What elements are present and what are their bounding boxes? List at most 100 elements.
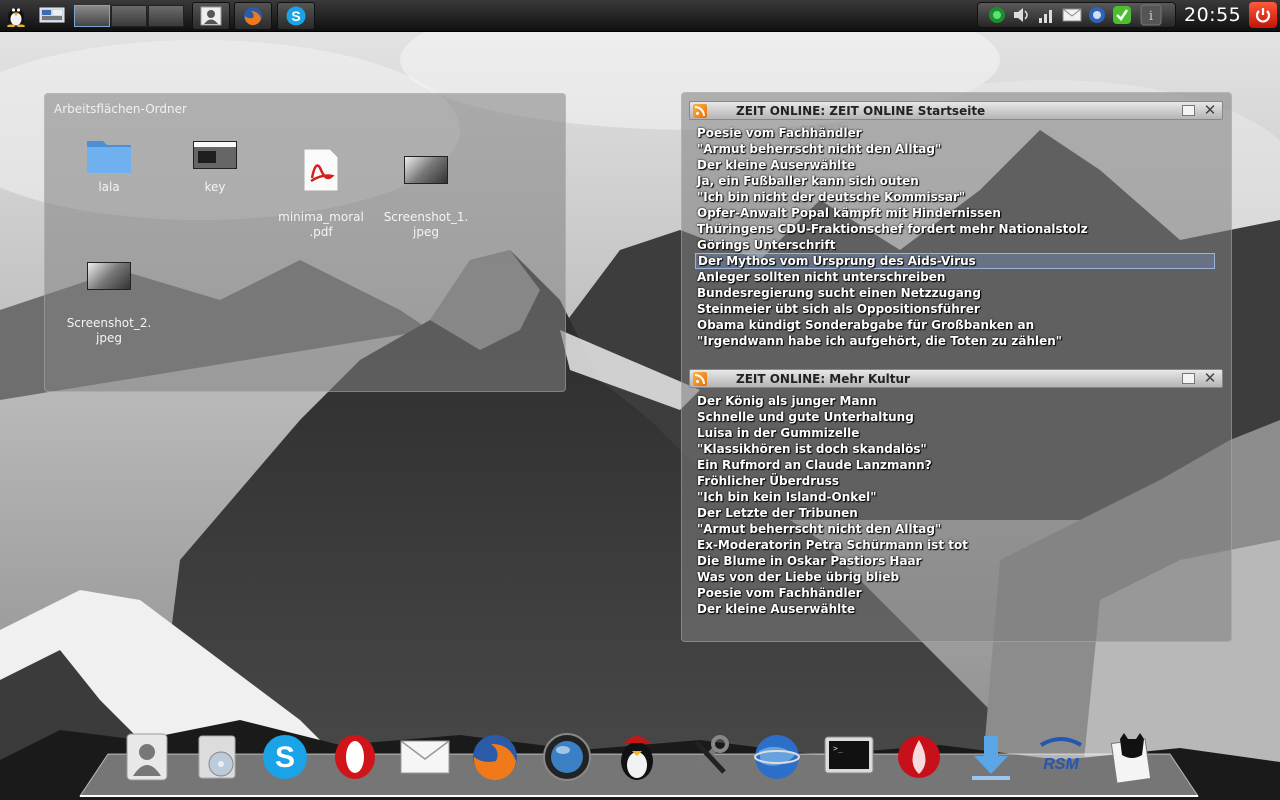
feed-item[interactable]: Fröhlicher Überdruss <box>695 473 1215 489</box>
folder-icon <box>85 134 133 176</box>
firefox-icon[interactable] <box>468 730 522 784</box>
opera-icon[interactable] <box>328 730 382 784</box>
feed-item[interactable]: Der Mythos vom Ursprung des Aids-Virus <box>695 253 1215 269</box>
disk-burner-icon[interactable] <box>190 730 244 784</box>
close-icon[interactable]: ✕ <box>1202 370 1218 387</box>
firefox-icon <box>244 7 262 26</box>
svg-text:S: S <box>275 741 295 774</box>
info-icon[interactable]: i <box>1140 4 1162 26</box>
cat-notes-icon[interactable] <box>1104 730 1158 784</box>
desktop-icon-lala[interactable]: lala <box>64 134 154 195</box>
feed-item[interactable]: Poesie vom Fachhändler <box>695 125 1215 141</box>
feed-item[interactable]: "Klassikhören ist doch skandalös" <box>695 441 1215 457</box>
desktop-icon-key[interactable]: key <box>170 134 260 195</box>
clock[interactable]: 20:55 <box>1184 3 1241 27</box>
rsm-icon[interactable]: RSM <box>1034 730 1088 784</box>
folder-widget-title: Arbeitsflächen-Ordner <box>54 102 187 116</box>
flash-icon[interactable] <box>892 730 946 784</box>
skype-icon[interactable]: S <box>258 730 312 784</box>
feed-header-startseite[interactable]: ZEIT ONLINE: ZEIT ONLINE Startseite ✕ <box>689 101 1223 120</box>
mail-icon[interactable] <box>1182 105 1195 116</box>
network-icon[interactable] <box>986 5 1008 25</box>
workspace-3[interactable] <box>148 5 184 27</box>
tux-icon[interactable] <box>3 2 29 28</box>
svg-text:>_: >_ <box>833 744 843 753</box>
feed-item[interactable]: Ja, ein Fußballer kann sich outen <box>695 173 1215 189</box>
screenshot-thumbnail-icon <box>191 134 239 176</box>
feed-header-kultur[interactable]: ZEIT ONLINE: Mehr Kultur ✕ <box>689 369 1223 388</box>
terminal-icon[interactable]: >_ <box>822 730 876 784</box>
wifi-icon[interactable] <box>1036 5 1058 25</box>
feed-item[interactable]: Ein Rufmord an Claude Lanzmann? <box>695 457 1215 473</box>
feed-item[interactable]: "Irgendwann habe ich aufgehört, die Tote… <box>695 333 1215 349</box>
system-tray: i <box>977 2 1176 28</box>
close-icon[interactable]: ✕ <box>1202 102 1218 119</box>
desktop-icon-label: Screenshot_1. jpeg <box>383 210 469 239</box>
feed-item[interactable]: Thüringens CDU-Fraktionschef fordert meh… <box>695 221 1215 237</box>
desktop-icon-screenshot-2[interactable]: Screenshot_2. jpeg <box>64 240 154 361</box>
pdf-icon <box>297 148 345 192</box>
feed-title: ZEIT ONLINE: ZEIT ONLINE Startseite <box>736 104 986 118</box>
security-check-icon[interactable] <box>1111 5 1133 25</box>
feed-item[interactable]: Anleger sollten nicht unterschreiben <box>695 269 1215 285</box>
feed-item[interactable]: Poesie vom Fachhändler <box>695 585 1215 601</box>
workspace-1[interactable] <box>74 5 110 27</box>
svg-text:i: i <box>1149 9 1153 24</box>
update-icon[interactable] <box>1086 5 1108 25</box>
tux-games-icon[interactable] <box>610 730 664 784</box>
feed-item[interactable]: Was von der Liebe übrig blieb <box>695 569 1215 585</box>
google-earth-icon[interactable] <box>750 730 804 784</box>
desktop-icon-minima-moral[interactable]: minima_moral .pdf <box>276 134 366 255</box>
firefox-task[interactable] <box>234 2 272 30</box>
feed-item[interactable]: "Ich bin kein Island-Onkel" <box>695 489 1215 505</box>
feed-item[interactable]: Die Blume in Oskar Pastiors Haar <box>695 553 1215 569</box>
image-file-icon <box>85 255 133 297</box>
rss-icon <box>693 104 707 118</box>
svg-text:S: S <box>291 8 300 24</box>
desktop-icon-label: lala <box>98 180 120 194</box>
download-icon[interactable] <box>964 730 1018 784</box>
contacts-icon[interactable] <box>120 730 174 784</box>
contacts-task[interactable] <box>192 2 230 30</box>
feed-item[interactable]: "Armut beherrscht nicht den Alltag" <box>695 521 1215 537</box>
top-panel: S i 20:55 <box>0 0 1280 32</box>
feed-item[interactable]: "Ich bin nicht der deutsche Kommissar" <box>695 189 1215 205</box>
volume-icon[interactable] <box>1011 5 1033 25</box>
feed-item[interactable]: Luisa in der Gummizelle <box>695 425 1215 441</box>
mail-icon[interactable] <box>398 730 452 784</box>
desktop-icon-label: key <box>204 180 226 194</box>
feed-item[interactable]: Der Letzte der Tribunen <box>695 505 1215 521</box>
svg-text:RSM: RSM <box>1043 756 1079 773</box>
power-icon[interactable] <box>1249 2 1277 28</box>
feed-list-startseite: Poesie vom Fachhändler "Armut beherrscht … <box>695 125 1215 349</box>
show-desktop-icon[interactable] <box>37 2 67 28</box>
image-file-icon <box>402 149 450 191</box>
rss-feed-widget: ZEIT ONLINE: ZEIT ONLINE Startseite ✕ Po… <box>681 92 1232 642</box>
desktop-icon-screenshot-1[interactable]: Screenshot_1. jpeg <box>381 134 471 255</box>
feed-item[interactable]: Obama kündigt Sonderabgabe für Großbanke… <box>695 317 1215 333</box>
mail-icon[interactable] <box>1061 5 1083 25</box>
workspace-2[interactable] <box>111 5 147 27</box>
skype-task[interactable]: S <box>277 2 315 30</box>
skype-icon: S <box>286 6 306 26</box>
feed-item[interactable]: Ex-Moderatorin Petra Schürmann ist tot <box>695 537 1215 553</box>
feed-title: ZEIT ONLINE: Mehr Kultur <box>736 372 910 386</box>
desktop-folder-widget: Arbeitsflächen-Ordner lala key minima_mo… <box>44 93 566 392</box>
feed-item[interactable]: Schnelle und gute Unterhaltung <box>695 409 1215 425</box>
media-player-icon[interactable] <box>540 730 594 784</box>
feed-item[interactable]: Bundesregierung sucht einen Netzzugang <box>695 285 1215 301</box>
feed-item[interactable]: Opfer-Anwalt Popal kämpft mit Hinderniss… <box>695 205 1215 221</box>
feed-item[interactable]: Der König als junger Mann <box>695 393 1215 409</box>
mail-icon[interactable] <box>1182 373 1195 384</box>
desktop-icon-label: minima_moral .pdf <box>278 210 364 239</box>
feed-item[interactable]: Görings Unterschrift <box>695 237 1215 253</box>
feed-item[interactable]: Der kleine Auserwählte <box>695 157 1215 173</box>
contacts-icon <box>200 6 222 26</box>
rss-icon <box>693 372 707 386</box>
feed-list-kultur: Der König als junger Mann Schnelle und gu… <box>695 393 1215 617</box>
feed-item[interactable]: Der kleine Auserwählte <box>695 601 1215 617</box>
desktop-icon-label: Screenshot_2. jpeg <box>66 316 152 345</box>
system-tools-icon[interactable] <box>680 730 734 784</box>
feed-item[interactable]: "Armut beherrscht nicht den Alltag" <box>695 141 1215 157</box>
feed-item[interactable]: Steinmeier übt sich als Oppositionsführe… <box>695 301 1215 317</box>
